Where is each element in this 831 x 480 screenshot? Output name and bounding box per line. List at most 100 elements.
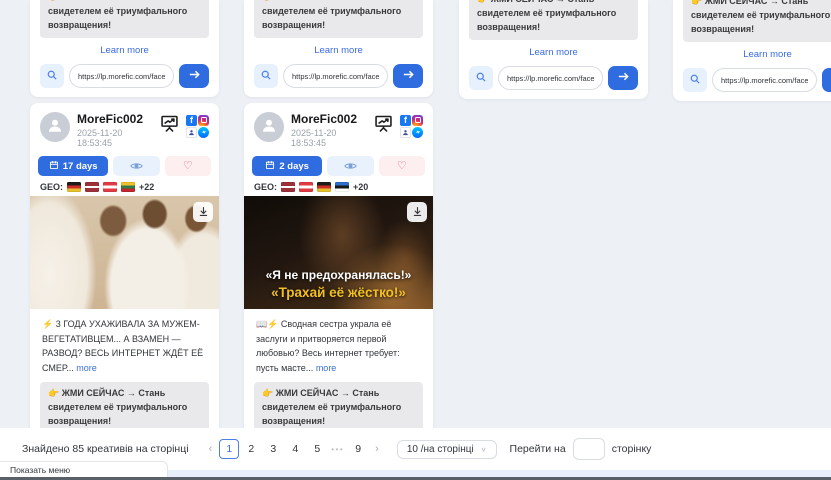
favorite-button[interactable]: ♡ [165, 156, 211, 176]
creative-card: MoreFic002 2025-11-20 18:53:45 f 2 days [244, 103, 433, 480]
geo-label: GEO: [254, 182, 277, 192]
creative-card-partial: 👉 ЖМИ СЕЙЧАС → Стань свидетелем её триум… [30, 0, 219, 97]
instagram-icon [198, 115, 209, 126]
creative-image: «Я не предохранялась!» «Трахай её жёстко… [244, 196, 433, 309]
calendar-icon [265, 160, 275, 173]
search-button[interactable] [683, 68, 707, 92]
geo-flag [85, 182, 99, 192]
open-url-button[interactable] [393, 64, 423, 88]
landing-url-row [254, 64, 423, 88]
messenger-icon [412, 127, 423, 138]
creative-datetime: 2025-11-20 18:53:45 [77, 128, 152, 148]
next-page-button[interactable]: › [369, 443, 385, 455]
pagination-found-text: Знайдено 85 креативів на сторінці [22, 443, 189, 455]
more-link[interactable]: more [316, 363, 337, 373]
search-button[interactable] [254, 64, 278, 88]
creative-card-partial: ИНТЕРНЕТ ЖДЁТ ЕЁ СМЕР... more 👉 ЖМИ СЕЙЧ… [459, 0, 648, 99]
download-icon [198, 205, 209, 220]
cta-banner: 👉 ЖМИ СЕЙЧАС → Стань свидетелем её триум… [40, 0, 209, 38]
cta-banner: 👉 ЖМИ СЕЙЧАС → Стань свидетелем её триум… [469, 0, 638, 40]
landing-url-input[interactable] [498, 66, 603, 90]
goto-page-input[interactable] [573, 438, 605, 460]
page-button-2[interactable]: 2 [241, 439, 261, 459]
landing-url-row [40, 64, 209, 88]
favorite-button[interactable]: ♡ [379, 156, 425, 176]
geo-flag [299, 182, 313, 192]
learn-more-link[interactable]: Learn more [459, 47, 648, 58]
page-button-9[interactable]: 9 [348, 439, 368, 459]
show-menu-label: Показать меню [10, 465, 70, 475]
duration-button[interactable]: 17 days [38, 156, 108, 176]
landing-url-input[interactable] [712, 68, 817, 92]
person-icon [46, 116, 64, 139]
card-actions: 2 days ♡ [252, 156, 425, 176]
geo-flag [335, 182, 349, 192]
search-icon [475, 71, 487, 86]
ad-board-icon [373, 113, 394, 139]
eye-icon [344, 159, 357, 174]
creative-card: MoreFic002 2025-11-20 18:53:45 f 17 days [30, 103, 219, 480]
page-button-5[interactable]: 5 [307, 439, 327, 459]
geo-flag [103, 182, 117, 192]
arrow-right-icon [617, 70, 630, 86]
open-url-button[interactable] [822, 68, 831, 92]
card-header: MoreFic002 2025-11-20 18:53:45 f [30, 103, 219, 153]
open-url-button[interactable] [179, 64, 209, 88]
more-link[interactable]: more [76, 363, 97, 373]
creative-text: ⚡ 3 ГОДА УХАЖИВАЛА ЗА МУЖЕМ-ВЕГЕТАТИВЦЕМ… [42, 317, 207, 375]
creative-library-page: 👉 ЖМИ СЕЙЧАС → Стань свидетелем её триум… [0, 0, 831, 480]
geo-flag [121, 182, 135, 192]
landing-url-row [469, 66, 638, 90]
open-url-button[interactable] [608, 66, 638, 90]
geo-row: GEO: +22 [40, 182, 209, 192]
pagination-ellipsis[interactable]: ••• [328, 445, 347, 454]
cta-banner: 👉 ЖМИ СЕЙЧАС → Стань свидетелем её триум… [254, 382, 423, 434]
preview-button[interactable] [327, 156, 373, 176]
landing-url-input[interactable] [283, 64, 388, 88]
chevron-right-icon: › [375, 443, 379, 455]
creative-card-partial: 👉 ЖМИ СЕЙЧАС → Стань свидетелем её триум… [244, 0, 433, 97]
person-icon [260, 116, 278, 139]
download-image-button[interactable] [193, 202, 213, 222]
goto-label: Перейти на [510, 443, 566, 455]
geo-more-count[interactable]: +22 [139, 182, 154, 192]
page-button-1[interactable]: 1 [219, 439, 239, 459]
arrow-right-icon [402, 68, 415, 84]
geo-flag [317, 182, 331, 192]
network-icons: f [400, 115, 423, 138]
arrow-right-icon [188, 68, 201, 84]
duration-button[interactable]: 2 days [252, 156, 322, 176]
download-image-button[interactable] [407, 202, 427, 222]
landing-url-input[interactable] [69, 64, 174, 88]
learn-more-link[interactable]: Learn more [244, 45, 433, 56]
page-button-4[interactable]: 4 [285, 439, 305, 459]
geo-label: GEO: [40, 182, 63, 192]
card-actions: 17 days ♡ [38, 156, 211, 176]
learn-more-link[interactable]: Learn more [30, 45, 219, 56]
facebook-icon: f [400, 115, 411, 126]
creative-text-body: ⚡ 3 ГОДА УХАЖИВАЛА ЗА МУЖЕМ-ВЕГЕТАТИВЦЕМ… [42, 319, 203, 373]
card-header: MoreFic002 2025-11-20 18:53:45 f [244, 103, 433, 153]
geo-more-count[interactable]: +20 [353, 182, 368, 192]
show-menu-tab[interactable]: Показать меню [0, 461, 168, 477]
learn-more-link[interactable]: Learn more [673, 49, 831, 60]
search-button[interactable] [469, 66, 493, 90]
creative-image [30, 196, 219, 309]
avatar [254, 112, 284, 142]
prev-page-button[interactable]: ‹ [203, 443, 219, 455]
search-icon [46, 69, 58, 84]
cta-banner: 👉 ЖМИ СЕЙЧАС → Стань свидетелем её триум… [683, 0, 831, 42]
cta-banner: 👉 ЖМИ СЕЙЧАС → Стань свидетелем её триум… [40, 382, 209, 434]
calendar-icon [49, 160, 59, 173]
instagram-icon [412, 115, 423, 126]
geo-row: GEO: +20 [254, 182, 423, 192]
chevron-left-icon: ‹ [209, 443, 213, 455]
page-button-3[interactable]: 3 [263, 439, 283, 459]
heart-icon: ♡ [397, 161, 407, 172]
search-button[interactable] [40, 64, 64, 88]
per-page-select[interactable]: 10 /на сторінці ∨ [397, 440, 497, 459]
heart-icon: ♡ [183, 161, 193, 172]
search-icon [689, 73, 701, 88]
preview-button[interactable] [113, 156, 159, 176]
creative-text: 📖⚡ Сводная сестра украла её заслуги и пр… [256, 317, 421, 375]
